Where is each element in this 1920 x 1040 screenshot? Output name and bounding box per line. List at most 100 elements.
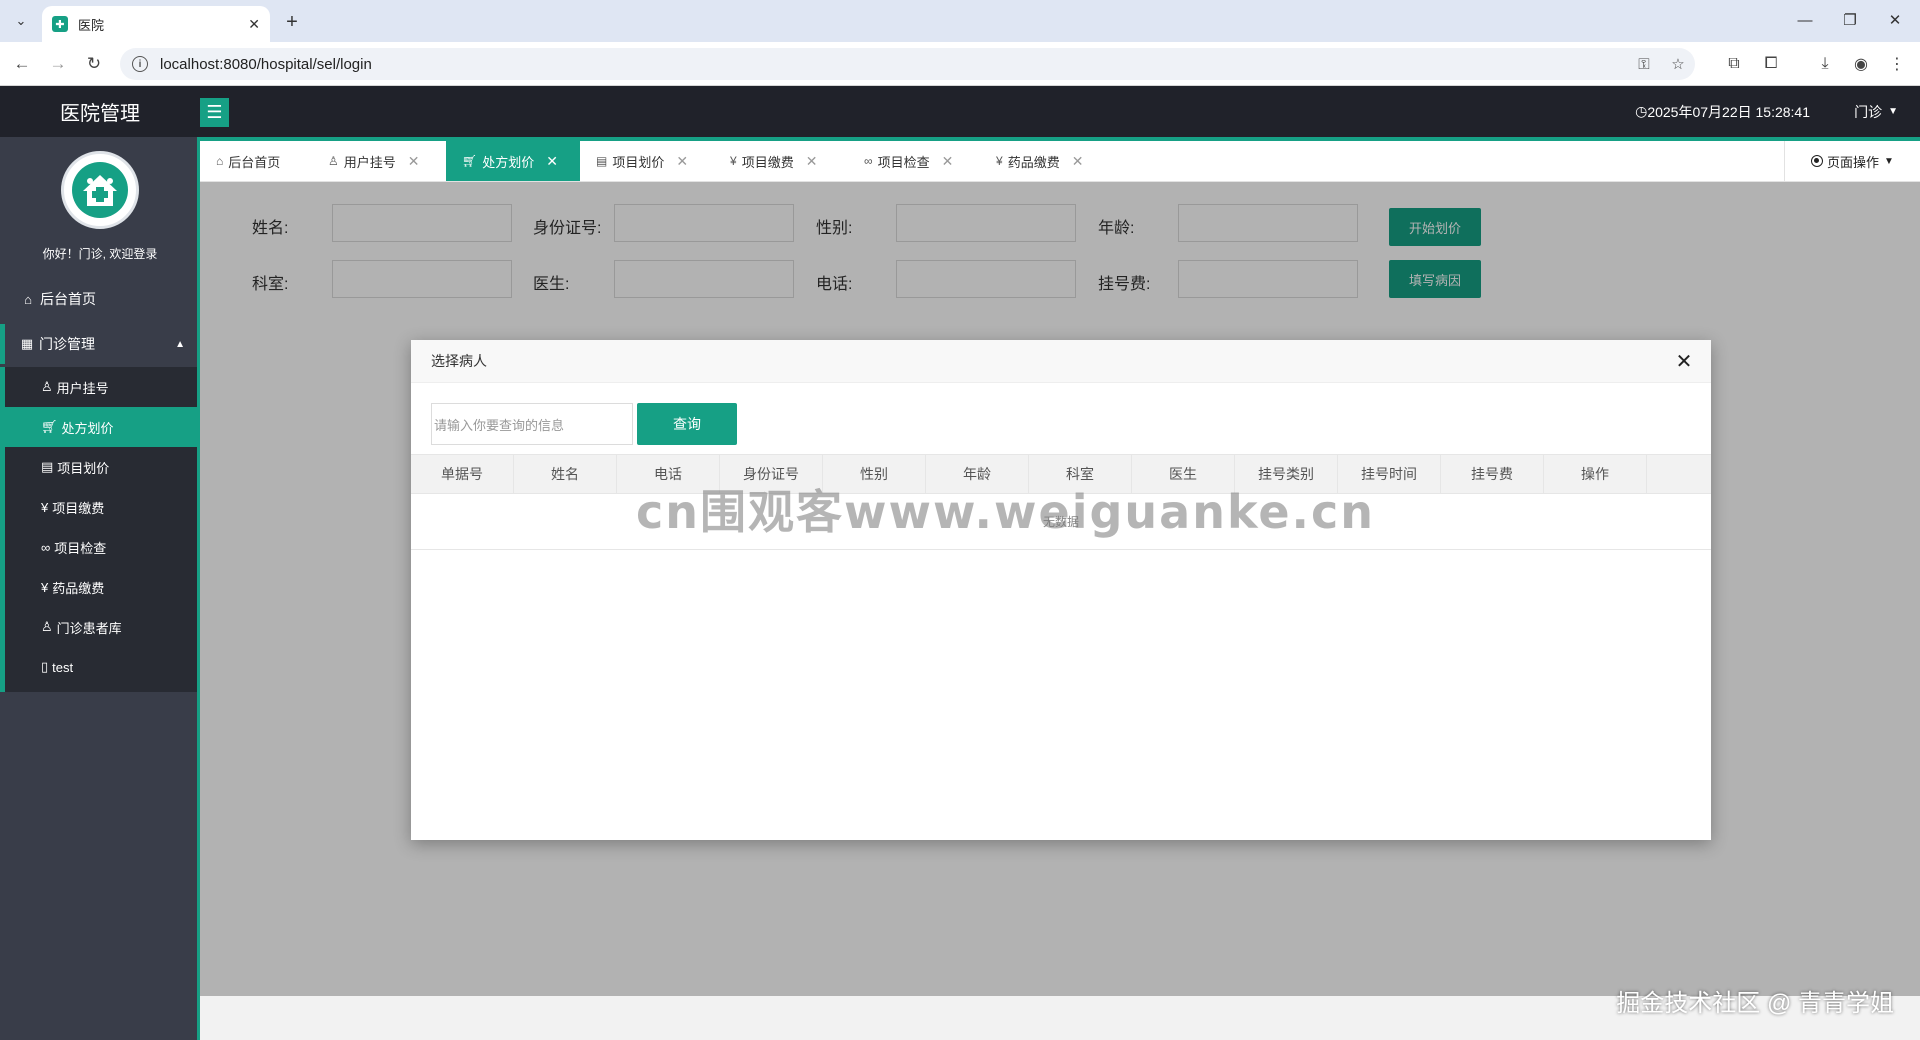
yen-icon: ¥ (730, 154, 737, 168)
select-patient-dialog: 选择病人 ✕ 请输入你要查询的信息 查询 单据号 姓名 电话 身份证号 性别 年… (411, 340, 1711, 840)
cart-icon: 🛒︎ (462, 154, 478, 168)
sidebar-item-prescription[interactable]: 🛒︎ 处方划价 (5, 407, 197, 447)
profile-icon[interactable]: ◉ (1848, 51, 1874, 77)
restore-icon[interactable]: ❐ (1830, 6, 1870, 34)
tab-search-chevron-icon[interactable]: ⌄ (8, 8, 34, 34)
yen-icon: ¥ (996, 154, 1003, 168)
sidebar-item-item-payment[interactable]: ¥ 项目缴费 (5, 487, 197, 527)
app-header: 医院管理 ☰ ◷ 2025年07月22日 15:28:41 门诊 ▼ (0, 86, 1920, 137)
menu-dots-icon[interactable]: ⋮ (1884, 51, 1910, 77)
download-icon[interactable]: ⤓ (1812, 51, 1838, 77)
dialog-header: 选择病人 ✕ (411, 340, 1711, 383)
sidebar-item-patient-db[interactable]: ♙ 门诊患者库 (5, 607, 197, 647)
header-datetime: ◷ 2025年07月22日 15:28:41 (1635, 86, 1810, 137)
address-bar[interactable]: i localhost:8080/hospital/sel/login ⚿ ☆ (120, 48, 1695, 80)
browser-tab[interactable]: ✚ 医院 ✕ (42, 6, 270, 42)
column-header[interactable]: 单据号 (411, 455, 514, 493)
sidebar-item-label: 门诊患者库 (56, 620, 122, 636)
sidebar-item-test[interactable]: ▯ test (5, 647, 197, 687)
sidebar-item-label: 处方划价 (61, 420, 114, 436)
page-operations-menu[interactable]: 页面操作 ▼ (1784, 141, 1920, 181)
close-icon[interactable]: ✕ (1671, 348, 1697, 374)
column-header[interactable]: 操作 (1544, 455, 1647, 493)
sidebar-item-label: 用户挂号 (56, 380, 109, 396)
tab-home[interactable]: ⌂ 后台首页 (200, 141, 312, 181)
sidebar-group-outpatient[interactable]: ▦ 门诊管理 ▲ (0, 324, 197, 364)
tab-drug-payment[interactable]: ¥ 药品缴费 ✕ (980, 141, 1114, 181)
tab-close-icon[interactable]: ✕ (942, 153, 954, 170)
tab-label: 项目划价 (612, 154, 665, 170)
tab-close-icon[interactable]: ✕ (806, 153, 818, 170)
caret-down-icon: ▼ (1888, 106, 1898, 117)
sidebar-item-register[interactable]: ♙ 用户挂号 (5, 367, 197, 407)
user-name: 门诊 (1854, 103, 1883, 120)
tab-register[interactable]: ♙ 用户挂号 ✕ (312, 141, 446, 181)
bookmark-star-icon[interactable]: ☆ (1661, 55, 1695, 73)
user-icon: ♙ (41, 379, 53, 394)
tab-close-icon[interactable]: ✕ (1072, 153, 1084, 170)
dialog-title: 选择病人 (431, 353, 487, 369)
page-tabs-bar: ⌂ 后台首页 ♙ 用户挂号 ✕ 🛒︎ 处方划价 ✕ ▤ 项目划价 ✕ ¥ 项目缴费 ✕ ∞ 项目检查… (200, 137, 1920, 182)
key-icon[interactable]: ⚿ (1627, 56, 1661, 73)
datetime-text: 2025年07月22日 15:28:41 (1647, 103, 1810, 120)
target-icon (1811, 155, 1824, 167)
user-menu[interactable]: 门诊 ▼ (1854, 86, 1898, 137)
link-icon: ∞ (864, 154, 873, 168)
grid-icon: ▦ (20, 336, 34, 351)
tab-item-check[interactable]: ∞ 项目检查 ✕ (848, 141, 980, 181)
hamburger-icon[interactable]: ☰ (200, 98, 229, 127)
cart-icon: 🛒︎ (41, 419, 58, 434)
tab-label: 药品缴费 (1007, 154, 1060, 170)
corner-watermark: 掘金技术社区 @ 青青学姐 (1616, 990, 1894, 1017)
tab-prescription[interactable]: 🛒︎ 处方划价 ✕ (446, 141, 580, 181)
sidebar-item-label: 项目缴费 (52, 500, 105, 516)
sidebar-item-label: 项目划价 (57, 460, 110, 476)
search-input[interactable]: 请输入你要查询的信息 (431, 403, 633, 445)
forward-icon[interactable]: → (44, 50, 72, 78)
yen-icon: ¥ (41, 579, 49, 595)
hospital-icon (72, 162, 128, 218)
sidebar-item-label: test (52, 659, 74, 675)
clock-icon: ◷ (1635, 103, 1648, 119)
browser-tab-strip: ⌄ ✚ 医院 ✕ + — ❐ ✕ (0, 0, 1920, 42)
search-button[interactable]: 查询 (637, 403, 737, 445)
sidebar-item-label: 后台首页 (40, 291, 96, 307)
site-info-icon[interactable]: i (132, 56, 148, 72)
column-header[interactable]: 姓名 (514, 455, 617, 493)
tab-item-payment[interactable]: ¥ 项目缴费 ✕ (714, 141, 848, 181)
column-header[interactable]: 挂号费 (1441, 455, 1544, 493)
url-text: localhost:8080/hospital/sel/login (160, 55, 372, 73)
sidebar-item-label: 项目检查 (54, 540, 107, 556)
home-icon: ⌂ (24, 291, 32, 307)
watermark: cn围观客www.weiguanke.cn (636, 485, 1376, 539)
reload-icon[interactable]: ↻ (80, 50, 108, 78)
screenshot-icon[interactable]: ⧉ (1721, 51, 1747, 77)
sidebar-item-item-check[interactable]: ∞ 项目检查 (5, 527, 197, 567)
document-icon: ▤ (41, 459, 54, 474)
tab-label: 后台首页 (228, 154, 281, 170)
tab-item-pricing[interactable]: ▤ 项目划价 ✕ (580, 141, 714, 181)
welcome-text: 你好！门诊, 欢迎登录 (42, 247, 158, 261)
extensions-icon[interactable]: ⧠ (1758, 51, 1784, 77)
close-tab-icon[interactable]: ✕ (248, 16, 260, 33)
caret-down-icon: ▼ (1884, 155, 1894, 167)
tablet-icon: ▯ (41, 659, 49, 674)
favicon-icon: ✚ (52, 16, 68, 32)
link-icon: ∞ (41, 539, 51, 555)
sidebar-item-home[interactable]: ⌂ 后台首页 (0, 279, 197, 319)
sidebar-item-drug-payment[interactable]: ¥ 药品缴费 (5, 567, 197, 607)
address-bar-row: ← → ↻ i localhost:8080/hospital/sel/logi… (0, 42, 1920, 86)
window-close-icon[interactable]: ✕ (1875, 6, 1915, 34)
home-icon: ⌂ (216, 154, 224, 168)
new-tab-icon[interactable]: + (278, 8, 306, 36)
tab-close-icon[interactable]: ✕ (546, 153, 558, 170)
tab-label: 处方划价 (482, 154, 535, 170)
back-icon[interactable]: ← (8, 50, 36, 78)
yen-icon: ¥ (41, 499, 49, 515)
tab-close-icon[interactable]: ✕ (676, 153, 688, 170)
page-ops-label: 页面操作 (1827, 154, 1880, 170)
minimize-icon[interactable]: — (1785, 6, 1825, 34)
sidebar-item-item-pricing[interactable]: ▤ 项目划价 (5, 447, 197, 487)
tab-close-icon[interactable]: ✕ (408, 153, 420, 170)
browser-tab-title: 医院 (78, 17, 105, 33)
